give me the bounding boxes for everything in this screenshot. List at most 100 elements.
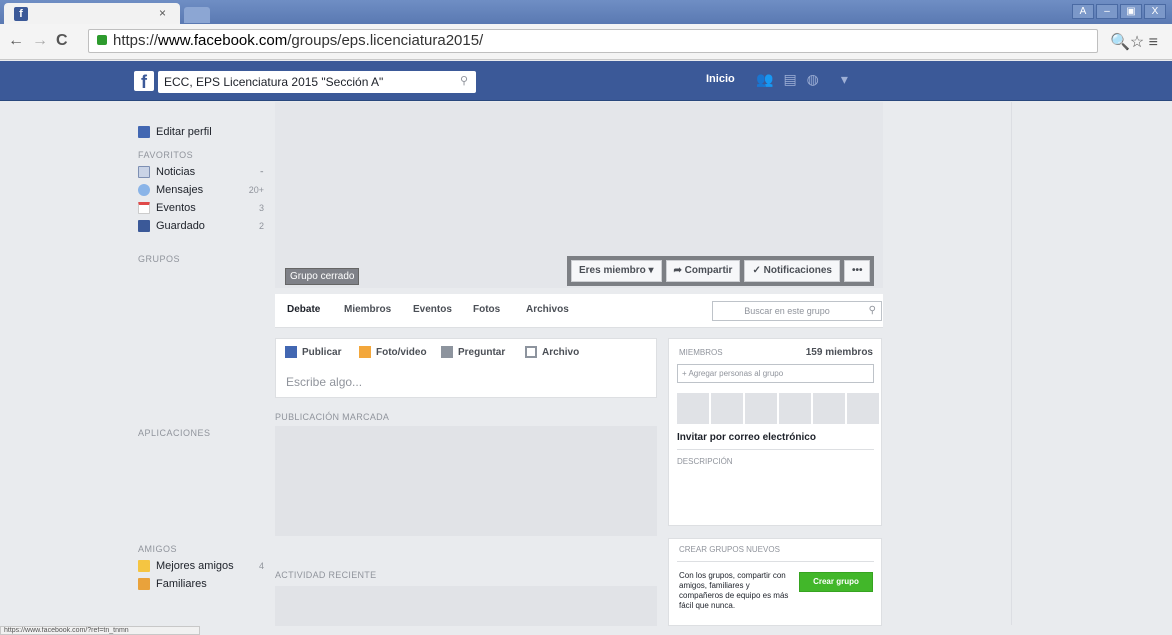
description-heading: DESCRIPCIÓN	[677, 457, 733, 466]
sidebar-item-label: Noticias	[156, 166, 196, 178]
status-bar-url: https://www.facebook.com/?ref=tn_tnmn	[0, 626, 200, 635]
sidebar-item-label: Familiares	[156, 578, 207, 590]
sidebar-item-news[interactable]: Noticias ⁃	[138, 166, 264, 178]
sidebar-item-count: 3	[258, 203, 264, 213]
members-count[interactable]: 159 miembros	[806, 347, 873, 358]
favorites-heading: FAVORITOS	[138, 150, 194, 160]
pencil-icon	[285, 346, 297, 358]
sidebar-item-label: Mejores amigos	[156, 560, 234, 572]
post-composer: Publicar Foto/video Preguntar Archivo Es…	[275, 338, 657, 398]
forward-arrow-icon[interactable]: →	[32, 32, 48, 50]
sidebar-item-events[interactable]: Eventos 3	[138, 202, 264, 214]
avatar[interactable]	[677, 393, 709, 424]
sidebar-item-count: 2	[258, 221, 264, 231]
notifications-button[interactable]: ✓ Notificaciones	[744, 260, 840, 282]
share-button[interactable]: ➦ Compartir	[665, 260, 741, 282]
new-tab-button[interactable]	[184, 7, 210, 23]
groups-heading: GRUPOS	[138, 254, 181, 264]
ask-option[interactable]: Preguntar	[441, 346, 505, 358]
divider	[677, 561, 874, 562]
composer-input[interactable]: Escribe algo...	[286, 375, 362, 389]
avatar[interactable]	[813, 393, 845, 424]
tab-close-icon[interactable]: ×	[159, 6, 166, 20]
facebook-header: f ECC, EPS Licenciatura 2015 "Sección A"…	[0, 61, 1172, 101]
group-search-placeholder: Buscar en este grupo	[744, 306, 830, 316]
create-groups-card: CREAR GRUPOS NUEVOS Con los grupos, comp…	[668, 538, 882, 626]
invite-by-email-link[interactable]: Invitar por correo electrónico	[677, 432, 816, 443]
url-text: https://www.facebook.com/groups/eps.lice…	[113, 32, 484, 49]
search-input[interactable]: ECC, EPS Licenciatura 2015 "Sección A" ⚲	[158, 71, 476, 93]
browser-tab[interactable]: f ×	[4, 3, 180, 24]
bookmark-icon	[138, 220, 150, 232]
settings-menu-icon[interactable]: ▾	[841, 71, 848, 88]
sidebar-item-saved[interactable]: Guardado 2	[138, 220, 264, 232]
group-tabs: Debate Miembros Eventos Fotos Archivos B…	[275, 294, 883, 328]
header-icons: 👥 ▤ ◍ ▾	[756, 71, 848, 88]
file-icon	[525, 346, 537, 358]
recent-activity-label: ACTIVIDAD RECIENTE	[275, 570, 377, 580]
browser-tab-bar: f × A – ▣ X	[0, 0, 1172, 24]
pinned-post-label: PUBLICACIÓN MARCADA	[275, 412, 390, 422]
maximize-button[interactable]: ▣	[1120, 4, 1142, 19]
members-heading: MIEMBROS	[679, 348, 723, 357]
minimize-button[interactable]: –	[1096, 4, 1118, 19]
sidebar-item-count: 20+	[248, 185, 264, 195]
sidebar-item-label: Guardado	[156, 220, 205, 232]
tab-files[interactable]: Archivos	[526, 304, 569, 315]
sidebar-item-family[interactable]: Familiares	[138, 578, 264, 590]
group-search-input[interactable]: Buscar en este grupo ⚲	[712, 301, 882, 321]
notifications-globe-icon[interactable]: ◍	[807, 71, 819, 88]
news-feed-icon	[138, 166, 150, 178]
add-people-input[interactable]: + Agregar personas al grupo	[677, 364, 874, 383]
search-icon[interactable]: ⚲	[460, 74, 468, 87]
divider	[677, 449, 874, 450]
photo-icon	[359, 346, 371, 358]
close-window-button[interactable]: X	[1144, 4, 1166, 19]
pencil-icon	[138, 126, 150, 138]
option-label: Preguntar	[458, 346, 506, 358]
bookmark-star-icon[interactable]: 🔍☆ ≡	[1110, 32, 1158, 52]
messages-icon[interactable]: ▤	[783, 71, 796, 88]
back-arrow-icon[interactable]: ←	[8, 32, 24, 50]
avatar[interactable]	[745, 393, 777, 424]
create-groups-heading: CREAR GRUPOS NUEVOS	[679, 545, 780, 554]
user-profile-button[interactable]: A	[1072, 4, 1094, 19]
home-link[interactable]: Inicio	[706, 73, 735, 85]
avatar[interactable]	[847, 393, 879, 424]
option-label: Publicar	[302, 346, 342, 358]
tab-debate[interactable]: Debate	[287, 304, 320, 315]
more-options-button[interactable]: •••	[843, 260, 871, 282]
house-icon	[138, 578, 150, 590]
members-card: MIEMBROS 159 miembros + Agregar personas…	[668, 338, 882, 526]
options-icon[interactable]: ⁃	[260, 167, 265, 178]
tab-events[interactable]: Eventos	[413, 304, 452, 315]
tab-members[interactable]: Miembros	[344, 304, 391, 315]
star-icon	[138, 560, 150, 572]
sidebar-item-label: Editar perfil	[156, 126, 212, 138]
pinned-post-area	[275, 426, 657, 536]
avatar[interactable]	[711, 393, 743, 424]
privacy-badge: Grupo cerrado	[285, 268, 360, 285]
recent-activity-area	[275, 586, 657, 626]
avatar[interactable]	[779, 393, 811, 424]
search-value: ECC, EPS Licenciatura 2015 "Sección A"	[164, 75, 384, 89]
create-groups-text: Con los grupos, compartir con amigos, fa…	[679, 571, 789, 610]
sidebar-item-best-friends[interactable]: Mejores amigos 4	[138, 560, 264, 572]
sidebar-item-edit-profile[interactable]: Editar perfil	[138, 126, 264, 138]
publish-option[interactable]: Publicar	[285, 346, 341, 358]
facebook-logo-icon[interactable]: f	[134, 71, 154, 92]
create-group-button[interactable]: Crear grupo	[799, 572, 873, 592]
friend-requests-icon[interactable]: 👥	[756, 71, 773, 88]
question-list-icon	[441, 346, 453, 358]
facebook-favicon-icon: f	[14, 7, 28, 21]
sidebar-item-count: 4	[258, 561, 264, 571]
right-pane	[1011, 102, 1172, 625]
file-option[interactable]: Archivo	[525, 346, 579, 358]
search-icon[interactable]: ⚲	[869, 305, 876, 316]
sidebar-item-messages[interactable]: Mensajes 20+	[138, 184, 264, 196]
reload-icon[interactable]: C	[56, 32, 68, 50]
photo-video-option[interactable]: Foto/video	[359, 346, 427, 358]
member-button[interactable]: Eres miembro ▾	[571, 260, 662, 282]
address-bar[interactable]: https://www.facebook.com/groups/eps.lice…	[88, 29, 1098, 53]
tab-photos[interactable]: Fotos	[473, 304, 500, 315]
